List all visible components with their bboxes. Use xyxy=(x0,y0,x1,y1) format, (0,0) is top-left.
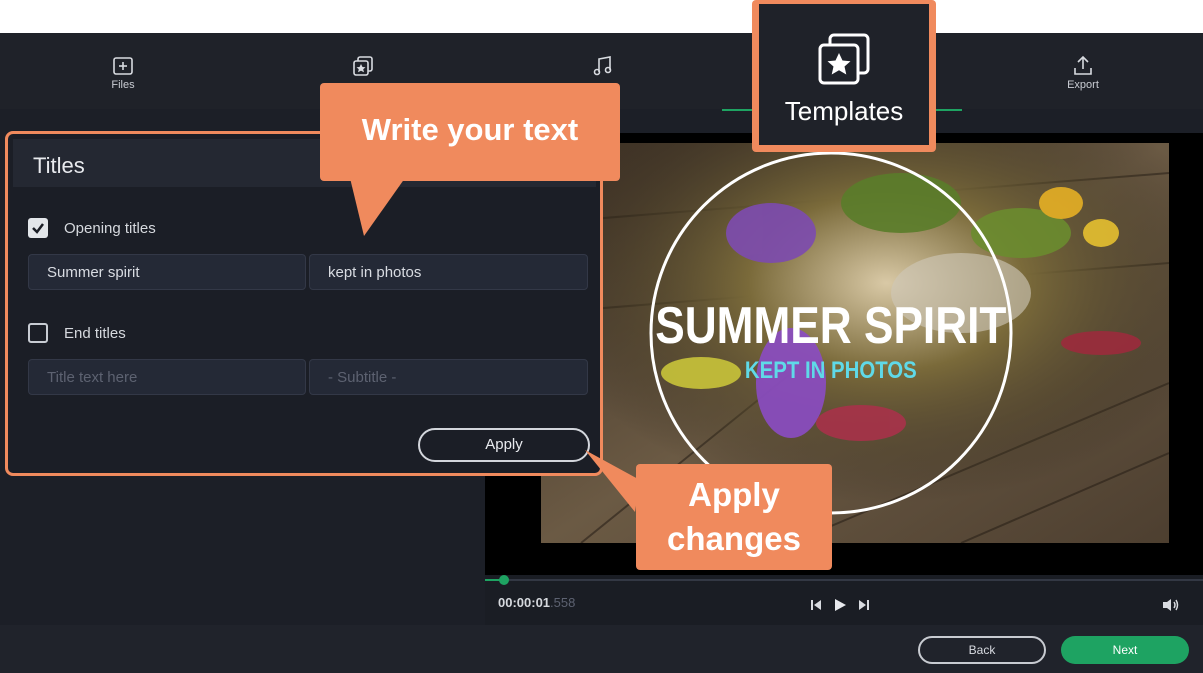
tab-export[interactable]: Export xyxy=(1023,33,1143,109)
tab-files[interactable]: Files xyxy=(63,33,183,109)
end-title-field[interactable]: Title text here xyxy=(28,359,306,395)
titles-panel-title: Titles xyxy=(33,153,85,178)
back-button[interactable]: Back xyxy=(918,636,1046,664)
tab-export-label: Export xyxy=(1067,79,1099,91)
overlay-title-text: SUMMER SPIRIT xyxy=(655,297,1006,355)
tab-files-label: Files xyxy=(111,79,135,91)
apply-callout-line1: Apply xyxy=(688,476,780,513)
progress-handle[interactable] xyxy=(499,575,509,585)
star-frames-icon xyxy=(818,33,870,85)
overlay-subtitle-text: KEPT IN PHOTOS xyxy=(745,356,917,383)
next-button[interactable]: Next xyxy=(1061,636,1189,664)
playback-bar: 00:00:01.558 xyxy=(485,575,1203,625)
checkmark-icon xyxy=(32,223,44,234)
play-icon[interactable] xyxy=(835,599,846,611)
apply-callout-line2: changes xyxy=(667,520,801,557)
timecode: 00:00:01.558 xyxy=(498,595,575,610)
opening-titles-label: Opening titles xyxy=(64,220,156,237)
skip-back-icon[interactable] xyxy=(811,600,821,610)
end-titles-label: End titles xyxy=(64,325,126,342)
music-note-icon xyxy=(593,56,612,76)
volume-icon[interactable] xyxy=(1161,597,1181,618)
opening-titles-checkbox[interactable] xyxy=(28,218,48,238)
tab-templates[interactable]: Templates xyxy=(759,4,929,145)
filters-icon xyxy=(353,56,373,76)
write-text-callout: Write your text xyxy=(320,83,620,181)
apply-button[interactable]: Apply xyxy=(418,428,590,462)
progress-track[interactable] xyxy=(485,579,1203,581)
end-titles-checkbox[interactable] xyxy=(28,323,48,343)
write-text-callout-pointer xyxy=(350,178,405,236)
skip-forward-icon[interactable] xyxy=(859,600,869,610)
export-upload-icon xyxy=(1074,55,1092,75)
opening-subtitle-field[interactable]: kept in photos xyxy=(309,254,588,290)
write-text-callout-label: Write your text xyxy=(361,112,579,147)
timecode-ms: .558 xyxy=(550,595,576,610)
titles-panel: Titles Opening titles Summer spirit kept… xyxy=(5,131,603,476)
end-subtitle-field[interactable]: - Subtitle - xyxy=(309,359,588,395)
callout-templates-label: Templates xyxy=(784,96,904,126)
apply-changes-callout: Apply changes xyxy=(636,464,832,570)
add-file-icon xyxy=(113,57,133,75)
opening-title-field[interactable]: Summer spirit xyxy=(28,254,306,290)
timecode-main: 00:00:01 xyxy=(498,595,551,610)
playback-controls xyxy=(807,597,877,613)
